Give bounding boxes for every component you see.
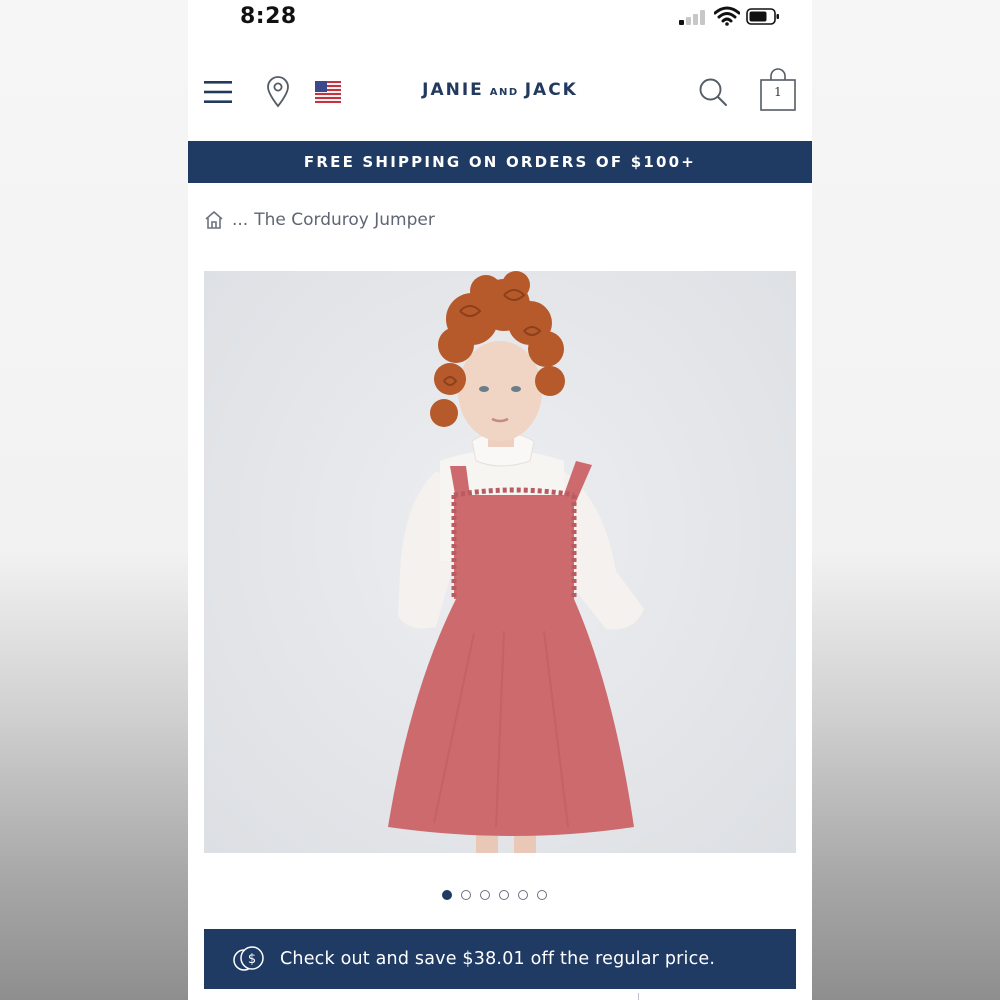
search-icon — [699, 78, 727, 106]
divider — [638, 993, 639, 1000]
bag-count: 1 — [774, 85, 782, 99]
menu-icon — [204, 81, 232, 103]
carousel-dot-2[interactable] — [461, 890, 471, 900]
brand-word-mid: AND — [489, 87, 519, 98]
free-shipping-banner[interactable]: FREE SHIPPING ON ORDERS OF $100+ — [188, 141, 812, 183]
wifi-icon — [714, 6, 740, 26]
brand-word-right: JACK — [524, 80, 578, 100]
brand-word-left: JANIE — [422, 80, 484, 100]
coin-savings-icon: $ — [233, 946, 264, 971]
status-time: 8:28 — [240, 4, 297, 29]
breadcrumb-ellipsis[interactable]: ... — [232, 210, 248, 230]
us-flag-icon — [315, 81, 341, 103]
country-selector-button[interactable] — [314, 79, 342, 105]
product-photo-girl-in-pink-jumper — [388, 271, 644, 853]
cellular-signal-icon — [679, 9, 707, 25]
background-left — [0, 0, 188, 1000]
product-image[interactable] — [204, 271, 796, 853]
store-locator-button[interactable] — [264, 74, 292, 110]
brand-logo[interactable]: JANIE AND JACK — [394, 80, 606, 100]
home-icon[interactable] — [204, 210, 224, 230]
savings-text: Check out and save $38.01 off the regula… — [280, 949, 716, 969]
location-pin-icon — [267, 76, 289, 108]
svg-text:$: $ — [248, 952, 256, 967]
battery-icon — [746, 8, 779, 25]
carousel-dot-6[interactable] — [537, 890, 547, 900]
phone-screen: 8:28 JANIE AND JACK 1 FREE SHIPPING ON O… — [188, 0, 812, 1000]
shopping-bag-button[interactable]: 1 — [758, 68, 798, 114]
carousel-dot-4[interactable] — [499, 890, 509, 900]
carousel-dot-5[interactable] — [518, 890, 528, 900]
search-button[interactable] — [697, 76, 729, 108]
checkout-savings-banner[interactable]: $ Check out and save $38.01 off the regu… — [204, 929, 796, 989]
carousel-dots — [442, 890, 547, 904]
menu-button[interactable] — [202, 76, 234, 108]
site-header: JANIE AND JACK 1 — [188, 60, 812, 124]
breadcrumb: ... The Corduroy Jumper — [204, 206, 435, 234]
status-bar: 8:28 — [188, 0, 812, 36]
carousel-dot-3[interactable] — [480, 890, 490, 900]
breadcrumb-current: The Corduroy Jumper — [254, 210, 435, 230]
background-right — [812, 0, 1000, 1000]
carousel-dot-1[interactable] — [442, 890, 452, 900]
